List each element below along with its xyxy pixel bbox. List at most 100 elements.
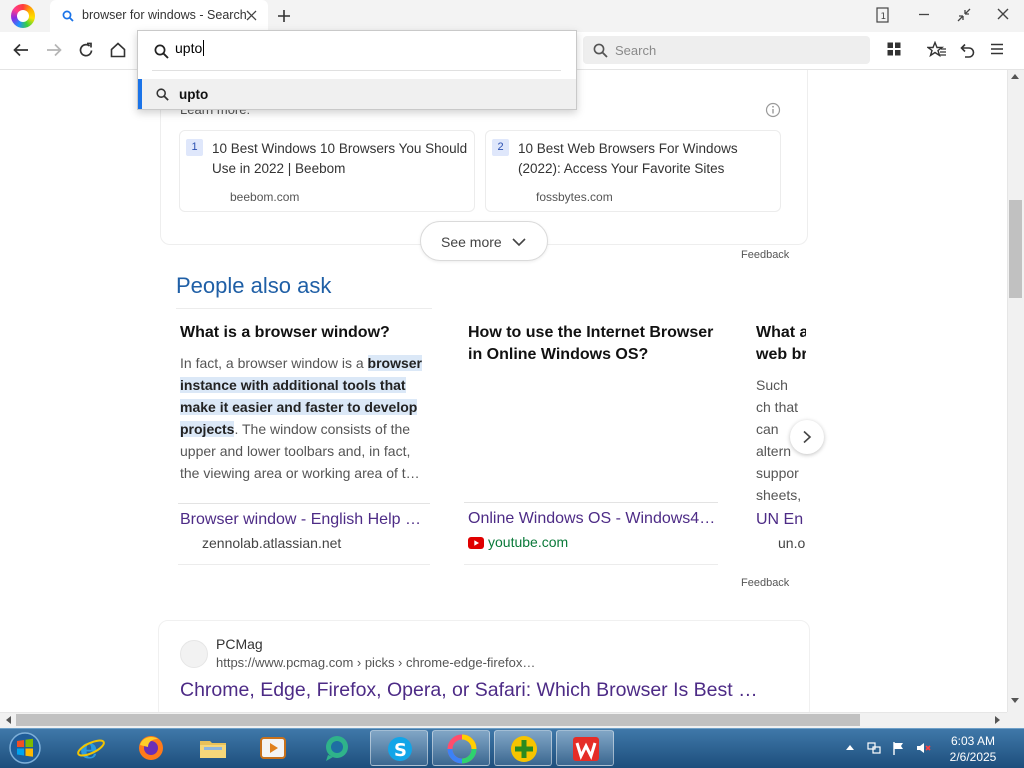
network-icon[interactable] <box>866 740 882 756</box>
divider <box>464 564 718 565</box>
paa-link[interactable]: UN En <box>756 511 806 529</box>
paa-item[interactable]: What a web br Such ch that can altern su… <box>756 322 806 506</box>
paa-source: youtube.com <box>488 534 569 550</box>
search-result-card <box>158 620 810 720</box>
home-button[interactable] <box>109 41 129 61</box>
chevron-down-icon <box>511 236 527 248</box>
see-more-button[interactable]: See more <box>420 221 548 261</box>
tab-list-icon[interactable]: 1 <box>875 6 895 26</box>
clock-date: 2/6/2025 <box>949 750 997 764</box>
restore-button[interactable] <box>955 6 975 26</box>
taskbar-skype[interactable]: S <box>370 730 428 766</box>
result-number: 2 <box>492 139 509 156</box>
paa-source: zennolab.atlassian.net <box>202 535 342 551</box>
paa-question[interactable]: What a web br <box>756 322 806 366</box>
firefox-icon <box>136 733 166 763</box>
result-title[interactable]: 10 Best Windows 10 Browsers You Should U… <box>212 139 474 179</box>
favorites-icon[interactable] <box>927 41 947 61</box>
plus-app-icon <box>509 734 539 764</box>
start-button[interactable] <box>6 731 44 765</box>
feedback-link[interactable]: Feedback <box>741 249 789 261</box>
volume-muted-icon[interactable] <box>915 740 931 756</box>
result-title-link[interactable]: Chrome, Edge, Firefox, Opera, or Safari:… <box>180 679 758 702</box>
divider <box>152 70 561 71</box>
youtube-icon <box>468 537 484 549</box>
suggestion-text: upto <box>179 87 209 102</box>
paa-link[interactable]: Online Windows OS - Windows4… <box>468 510 718 528</box>
forward-button[interactable] <box>45 41 65 61</box>
suggestion-item[interactable]: upto <box>138 79 576 109</box>
divider <box>176 308 432 309</box>
people-also-ask-heading: People also ask <box>176 273 332 298</box>
action-center-flag-icon[interactable] <box>891 740 907 756</box>
taskbar-app[interactable] <box>308 730 366 766</box>
taskbar-media[interactable] <box>244 730 302 766</box>
result-title[interactable]: 10 Best Web Browsers For Windows (2022):… <box>518 139 780 179</box>
horizontal-scroll-thumb[interactable] <box>16 714 860 726</box>
clock[interactable]: 6:03 AM 2/6/2025 <box>940 733 1006 765</box>
result-source: fossbytes.com <box>536 190 613 204</box>
tray-expand-icon[interactable] <box>846 744 854 750</box>
feedback-link[interactable]: Feedback <box>741 577 789 589</box>
svg-text:S: S <box>394 740 407 761</box>
media-player-icon <box>258 733 288 763</box>
scroll-left-arrow-icon[interactable] <box>5 716 11 724</box>
internet-explorer-icon: e <box>76 733 106 763</box>
taskbar-firefox[interactable] <box>122 730 180 766</box>
result-source: beebom.com <box>230 190 300 204</box>
paa-question[interactable]: What is a browser window? <box>180 322 428 344</box>
wps-office-icon <box>571 734 601 764</box>
info-icon[interactable] <box>765 102 781 118</box>
tab-title: browser for windows - Search <box>82 8 247 22</box>
search-icon <box>154 44 169 59</box>
scroll-right-arrow-icon[interactable] <box>995 716 1001 724</box>
chevron-right-icon <box>801 430 813 444</box>
result-card[interactable]: 2 10 Best Web Browsers For Windows (2022… <box>485 130 781 212</box>
result-site-name: PCMag <box>216 636 263 652</box>
paa-item[interactable]: How to use the Internet Browser in Onlin… <box>468 322 724 366</box>
menu-icon[interactable] <box>989 41 1009 61</box>
clock-time: 6:03 AM <box>950 734 996 748</box>
close-tab-icon[interactable] <box>246 10 257 21</box>
chat-app-icon <box>322 733 352 763</box>
taskbar-ie[interactable]: e <box>62 730 120 766</box>
see-more-label: See more <box>441 234 502 250</box>
divider <box>178 503 430 504</box>
taskbar-wps[interactable] <box>556 730 614 766</box>
scroll-down-arrow-icon[interactable] <box>1011 698 1019 704</box>
reload-button[interactable] <box>77 41 97 61</box>
search-icon <box>593 43 608 58</box>
scroll-up-arrow-icon[interactable] <box>1011 73 1019 79</box>
extensions-grid-icon[interactable] <box>886 41 906 61</box>
toolbar-search-box[interactable]: Search <box>583 36 870 64</box>
paa-question[interactable]: How to use the Internet Browser in Onlin… <box>468 322 724 366</box>
divider <box>178 564 430 565</box>
address-bar-dropdown: upto upto <box>137 30 577 110</box>
result-url[interactable]: https://www.pcmag.com › picks › chrome-e… <box>216 655 535 670</box>
search-placeholder: Search <box>615 43 657 58</box>
paa-item[interactable]: What is a browser window? In fact, a bro… <box>180 322 428 484</box>
result-card[interactable]: 1 10 Best Windows 10 Browsers You Should… <box>179 130 475 212</box>
paa-next-button[interactable] <box>790 420 824 454</box>
browser-logo-icon <box>447 734 477 764</box>
close-window-button[interactable] <box>995 6 1015 26</box>
paa-source: un.o <box>778 535 806 551</box>
taskbar-explorer[interactable] <box>184 730 242 766</box>
address-input[interactable]: upto <box>175 40 205 56</box>
folder-icon <box>198 733 228 763</box>
paa-link[interactable]: Browser window - English Help … <box>180 511 428 529</box>
taskbar-app[interactable] <box>494 730 552 766</box>
paa-answer: In fact, a browser window is a browser i… <box>180 355 422 481</box>
browser-logo-icon[interactable] <box>11 4 35 28</box>
tab-active[interactable]: browser for windows - Search <box>50 0 268 32</box>
scrollbar-corner <box>1007 712 1024 728</box>
taskbar-browser[interactable] <box>432 730 490 766</box>
minimize-button[interactable] <box>916 6 936 26</box>
vertical-scroll-thumb[interactable] <box>1009 200 1022 298</box>
new-tab-button[interactable] <box>276 8 292 24</box>
back-button[interactable] <box>12 41 32 61</box>
vertical-scrollbar[interactable] <box>1007 70 1024 712</box>
divider <box>464 502 718 503</box>
skype-icon: S <box>385 734 415 764</box>
undo-icon[interactable] <box>958 41 978 61</box>
